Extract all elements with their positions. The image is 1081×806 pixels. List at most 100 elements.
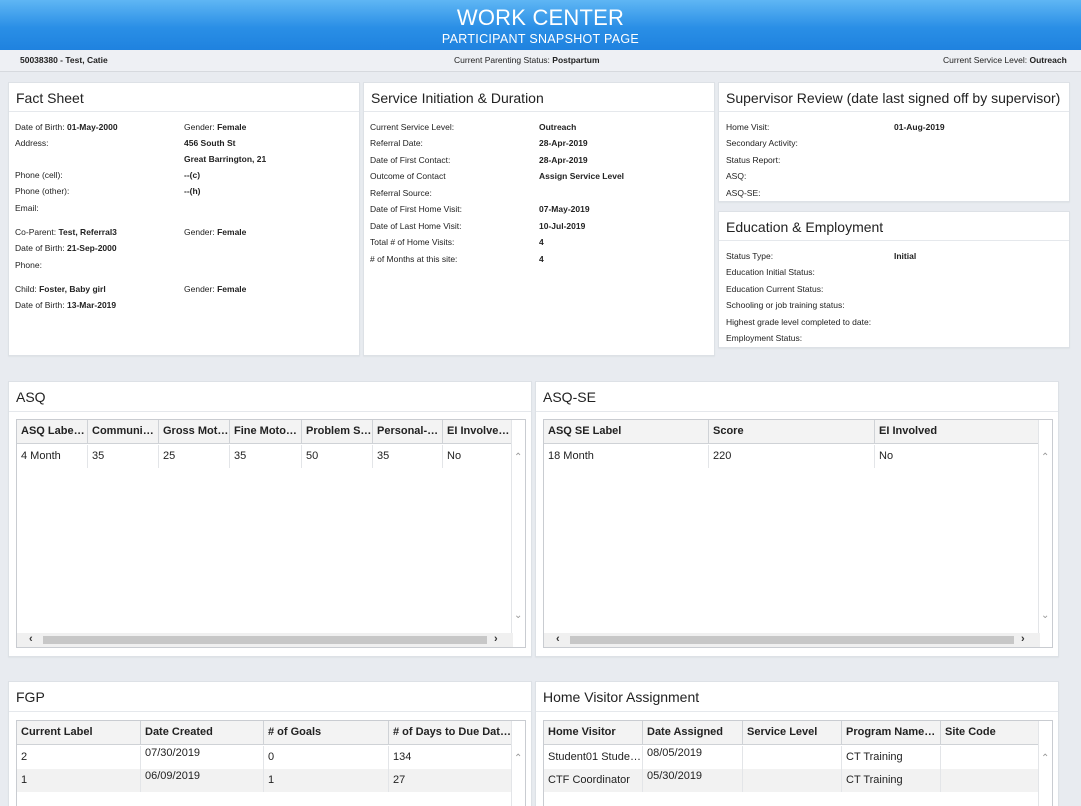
table-cell <box>743 746 842 769</box>
child-dob-field: Date of Birth: 13-Mar-2019 <box>15 300 117 310</box>
coparent-gender-field: Gender: Female <box>184 227 247 237</box>
service-label-7: Total # of Home Visits: <box>370 237 455 247</box>
service-value-3: Assign Service Level <box>539 171 625 181</box>
asq-vertical-scrollbar[interactable]: ⌃ ⌄ <box>511 420 525 633</box>
fgp-title: FGP <box>9 682 531 712</box>
service-value-7: 4 <box>539 237 544 247</box>
service-title: Service Initiation & Duration <box>364 83 714 112</box>
table-cell: 35 <box>230 445 302 468</box>
hva-col-program-name[interactable]: Program Name… <box>842 721 941 745</box>
supervisor-review-title: Supervisor Review (date last signed off … <box>719 83 1069 112</box>
fgp-col-goals[interactable]: # of Goals <box>264 721 389 745</box>
asq-se-col-score[interactable]: Score <box>709 420 875 444</box>
chevron-down-icon[interactable]: ⌄ <box>1041 610 1049 621</box>
gender-field: Gender: Female <box>184 122 247 132</box>
home-visitor-vertical-scrollbar[interactable]: ⌃ <box>1038 721 1052 806</box>
table-cell: 27 <box>389 769 513 792</box>
asq-se-title: ASQ-SE <box>536 382 1058 412</box>
asq-col-gross-motor[interactable]: Gross Mot… <box>159 420 230 444</box>
chevron-up-icon[interactable]: ⌃ <box>1041 452 1049 463</box>
table-cell: 18 Month <box>544 445 709 468</box>
chevron-left-icon[interactable]: ‹ <box>556 633 560 645</box>
fact-sheet-panel: Fact Sheet Date of Birth: 01-May-2000 Ge… <box>8 82 360 356</box>
supervisor-label-3: ASQ: <box>726 171 747 181</box>
address-line1: 456 South St <box>184 138 236 148</box>
chevron-up-icon[interactable]: ⌃ <box>1041 753 1049 764</box>
parenting-status: Current Parenting Status: Postpartum <box>454 55 600 65</box>
table-row[interactable]: 2 07/30/2019 0 134 <box>17 746 513 769</box>
home-visitor-grid[interactable]: Home Visitor Date Assigned Service Level… <box>543 720 1053 806</box>
service-value-0: Outreach <box>539 122 577 132</box>
table-cell: 1 <box>17 769 141 792</box>
table-row[interactable]: 1 06/09/2019 1 27 <box>17 769 513 792</box>
asq-col-communication[interactable]: Communi… <box>88 420 159 444</box>
table-cell: 08/05/2019 <box>643 746 743 769</box>
chevron-down-icon[interactable]: ⌄ <box>514 610 522 621</box>
asq-col-problem-solving[interactable]: Problem S… <box>302 420 373 444</box>
address-label: Address: <box>15 138 49 148</box>
hva-col-home-visitor[interactable]: Home Visitor <box>544 721 643 745</box>
fgp-col-days-due[interactable]: # of Days to Due Dat… <box>389 721 513 745</box>
asq-se-col-label[interactable]: ASQ SE Label <box>544 420 709 444</box>
table-cell: 07/30/2019 <box>141 746 264 769</box>
home-visitor-title: Home Visitor Assignment <box>536 682 1058 712</box>
asq-se-header-row: ASQ SE Label Score EI Involved <box>544 420 1040 444</box>
chevron-right-icon[interactable]: › <box>1021 633 1025 645</box>
chevron-up-icon[interactable]: ⌃ <box>514 452 522 463</box>
hva-col-site-code[interactable]: Site Code <box>941 721 1040 745</box>
table-cell: 220 <box>709 445 875 468</box>
asq-se-col-ei-involved[interactable]: EI Involved <box>875 420 1040 444</box>
asq-horizontal-scrollbar[interactable]: ‹ › <box>17 633 513 647</box>
phone-cell-label: Phone (cell): <box>15 170 63 180</box>
table-cell: No <box>875 445 1040 468</box>
fgp-col-current-label[interactable]: Current Label <box>17 721 141 745</box>
asq-se-panel: ASQ-SE ASQ SE Label Score EI Involved 18… <box>535 381 1059 657</box>
table-row[interactable]: 18 Month 220 No <box>544 445 1040 468</box>
scrollbar-thumb[interactable] <box>570 636 1014 644</box>
service-level-status: Current Service Level: Outreach <box>943 55 1067 65</box>
table-cell: 2 <box>17 746 141 769</box>
asq-col-fine-motor[interactable]: Fine Moto… <box>230 420 302 444</box>
education-value-0: Initial <box>894 251 917 261</box>
supervisor-label-4: ASQ-SE: <box>726 188 761 198</box>
asq-col-personal-social[interactable]: Personal-… <box>373 420 443 444</box>
asq-grid[interactable]: ASQ Labe… Communi… Gross Mot… Fine Moto…… <box>16 419 526 648</box>
supervisor-value-0: 01-Aug-2019 <box>894 122 945 132</box>
asq-panel: ASQ ASQ Labe… Communi… Gross Mot… Fine M… <box>8 381 532 657</box>
home-visitor-header-row: Home Visitor Date Assigned Service Level… <box>544 721 1040 745</box>
chevron-left-icon[interactable]: ‹ <box>29 633 33 645</box>
supervisor-review-panel: Supervisor Review (date last signed off … <box>718 82 1070 202</box>
hva-col-date-assigned[interactable]: Date Assigned <box>643 721 743 745</box>
fgp-grid[interactable]: Current Label Date Created # of Goals # … <box>16 720 526 806</box>
chevron-right-icon[interactable]: › <box>494 633 498 645</box>
table-row[interactable]: CTF Coordinator 05/30/2019 CT Training <box>544 769 1040 792</box>
asq-se-vertical-scrollbar[interactable]: ⌃ ⌄ <box>1038 420 1052 633</box>
asq-col-label[interactable]: ASQ Labe… <box>17 420 88 444</box>
address-line2: Great Barrington, 21 <box>184 154 267 164</box>
table-cell: CTF Coordinator <box>544 769 643 792</box>
table-cell <box>743 769 842 792</box>
hva-col-service-level[interactable]: Service Level <box>743 721 842 745</box>
asq-se-horizontal-scrollbar[interactable]: ‹ › <box>544 633 1040 647</box>
asq-se-grid[interactable]: ASQ SE Label Score EI Involved 18 Month … <box>543 419 1053 648</box>
table-row[interactable]: Student01 Stude… 08/05/2019 CT Training <box>544 746 1040 769</box>
supervisor-label-0: Home Visit: <box>726 122 770 132</box>
asq-title: ASQ <box>9 382 531 412</box>
table-cell: 134 <box>389 746 513 769</box>
table-cell <box>941 746 1040 769</box>
asq-col-ei-involved[interactable]: EI Involve… <box>443 420 513 444</box>
service-label-6: Date of Last Home Visit: <box>370 221 462 231</box>
table-cell: CT Training <box>842 746 941 769</box>
table-cell: 0 <box>264 746 389 769</box>
fgp-col-date-created[interactable]: Date Created <box>141 721 264 745</box>
table-row[interactable]: 4 Month 35 25 35 50 35 No <box>17 445 513 468</box>
fact-sheet-title: Fact Sheet <box>9 83 359 112</box>
service-panel: Service Initiation & Duration Current Se… <box>363 82 715 356</box>
scrollbar-thumb[interactable] <box>43 636 487 644</box>
fgp-vertical-scrollbar[interactable]: ⌃ <box>511 721 525 806</box>
table-cell: 25 <box>159 445 230 468</box>
chevron-up-icon[interactable]: ⌃ <box>514 753 522 764</box>
service-value-5: 07-May-2019 <box>539 204 590 214</box>
table-cell: CT Training <box>842 769 941 792</box>
service-label-4: Referral Source: <box>370 188 432 198</box>
